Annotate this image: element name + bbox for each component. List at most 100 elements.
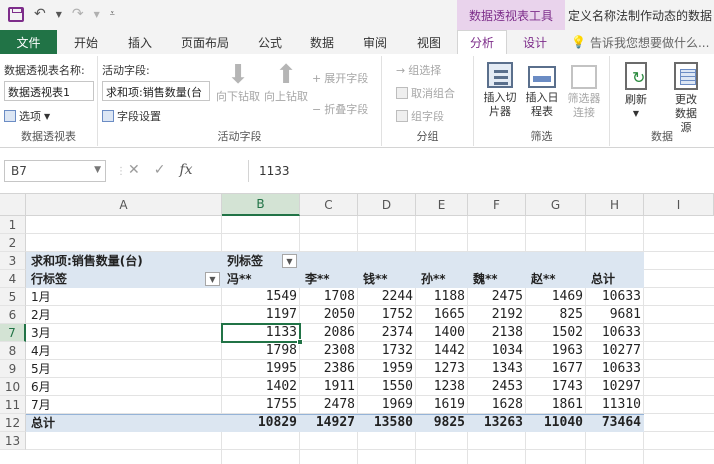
table-cell[interactable]: 2050 (300, 306, 358, 324)
table-cell[interactable]: 9681 (586, 306, 644, 324)
tab-view[interactable]: 视图 (401, 30, 457, 54)
redo-dropdown-icon[interactable]: ▼ (94, 5, 100, 23)
expand-field-button[interactable]: + 展开字段 (312, 70, 368, 86)
pivot-row-label[interactable]: 1月 (28, 288, 218, 306)
row-header[interactable]: 8 (0, 342, 26, 360)
total-cell[interactable]: 13263 (468, 414, 526, 432)
pivot-header-cell[interactable]: 李** (302, 270, 358, 288)
drill-up-button[interactable]: ⬆ 向上钻取 (264, 60, 308, 104)
table-cell[interactable]: 1752 (358, 306, 416, 324)
collapse-field-button[interactable]: − 折叠字段 (312, 101, 368, 117)
row-header[interactable]: 11 (0, 396, 26, 414)
row-header[interactable]: 6 (0, 306, 26, 324)
row-header[interactable]: 3 (0, 252, 26, 270)
table-cell[interactable]: 2244 (358, 288, 416, 306)
tab-review[interactable]: 审阅 (349, 30, 401, 54)
table-cell[interactable]: 2453 (468, 378, 526, 396)
table-cell[interactable]: 1628 (468, 396, 526, 414)
table-cell[interactable]: 1549 (222, 288, 300, 306)
table-cell[interactable]: 2475 (468, 288, 526, 306)
change-source-button[interactable]: 更改数据源 (662, 62, 710, 135)
table-cell[interactable]: 10633 (586, 324, 644, 342)
tab-formulas[interactable]: 公式 (245, 30, 295, 54)
table-cell[interactable]: 1708 (300, 288, 358, 306)
fill-handle[interactable] (297, 339, 303, 345)
undo-dropdown-icon[interactable]: ▼ (56, 5, 62, 23)
pivot-row-label[interactable]: 2月 (28, 306, 218, 324)
pivot-total-label[interactable]: 总计 (28, 414, 218, 432)
row-header[interactable]: 4 (0, 270, 26, 288)
table-cell[interactable]: 2138 (468, 324, 526, 342)
pivot-row-label[interactable]: 7月 (28, 396, 218, 414)
column-header[interactable]: B (222, 194, 300, 216)
pivot-header-cell[interactable]: 赵** (528, 270, 586, 288)
table-cell[interactable]: 1743 (526, 378, 586, 396)
table-cell[interactable]: 11310 (586, 396, 644, 414)
filter-connections-button[interactable]: 筛选器连接 (564, 62, 604, 120)
cancel-icon[interactable]: ✕ (128, 162, 140, 178)
table-cell[interactable]: 1442 (416, 342, 468, 360)
select-all-corner[interactable] (0, 194, 26, 216)
column-header[interactable]: C (300, 194, 358, 216)
pivot-value-field[interactable]: 求和项:销售数量(台) (28, 252, 222, 270)
active-field-input[interactable]: 求和项:销售数量(台 (102, 81, 210, 101)
table-cell[interactable]: 1400 (416, 324, 468, 342)
pivot-row-label[interactable]: 4月 (28, 342, 218, 360)
column-header[interactable]: H (586, 194, 644, 216)
row-header[interactable]: 7 (0, 324, 26, 342)
refresh-button[interactable]: 刷新 ▼ (616, 62, 656, 121)
table-cell[interactable]: 1238 (416, 378, 468, 396)
total-cell[interactable]: 11040 (526, 414, 586, 432)
total-cell[interactable]: 13580 (358, 414, 416, 432)
pivot-header-cell[interactable]: 魏** (470, 270, 526, 288)
table-cell[interactable]: 10633 (586, 288, 644, 306)
tab-design[interactable]: 设计 (507, 30, 563, 54)
table-cell[interactable]: 10297 (586, 378, 644, 396)
table-cell[interactable]: 1995 (222, 360, 300, 378)
undo-icon[interactable]: ↶ (34, 5, 46, 23)
row-filter-dropdown[interactable]: ▼ (205, 272, 220, 286)
table-cell[interactable]: 1502 (526, 324, 586, 342)
row-header[interactable]: 10 (0, 378, 26, 396)
tab-data[interactable]: 数据 (295, 30, 349, 54)
pivot-header-cell[interactable]: 总计 (588, 270, 644, 288)
pivot-row-label[interactable]: 行标签 (28, 270, 198, 288)
column-filter-dropdown[interactable]: ▼ (282, 254, 297, 268)
column-header[interactable]: A (26, 194, 222, 216)
redo-icon[interactable]: ↷ (72, 5, 84, 23)
row-header[interactable]: 13 (0, 432, 26, 450)
group-field-button[interactable]: 组字段 (396, 108, 444, 124)
table-cell[interactable]: 2086 (300, 324, 358, 342)
group-selection-button[interactable]: → 组选择 (396, 62, 441, 78)
table-cell[interactable]: 1197 (222, 306, 300, 324)
chevron-down-icon[interactable]: ▼ (94, 165, 101, 175)
table-cell[interactable]: 1911 (300, 378, 358, 396)
enter-icon[interactable]: ✓ (154, 162, 166, 178)
tell-me-box[interactable]: 💡 告诉我您想要做什么... (571, 34, 709, 51)
column-header[interactable]: I (644, 194, 714, 216)
pivot-column-label[interactable]: 列标签 (224, 252, 284, 270)
pivot-name-input[interactable]: 数据透视表1 (4, 81, 94, 101)
total-cell[interactable]: 73464 (586, 414, 644, 432)
total-cell[interactable]: 14927 (300, 414, 358, 432)
worksheet-grid[interactable]: A B C D E F G H I 1 2 3 4 5 6 7 8 9 10 1… (0, 194, 714, 464)
table-cell[interactable]: 2308 (300, 342, 358, 360)
table-cell[interactable]: 2192 (468, 306, 526, 324)
tab-analyze[interactable]: 分析 (457, 30, 507, 54)
total-cell[interactable]: 10829 (222, 414, 300, 432)
tab-insert[interactable]: 插入 (115, 30, 165, 54)
field-settings-button[interactable]: 字段设置 (102, 108, 161, 124)
column-header[interactable]: E (416, 194, 468, 216)
table-cell[interactable]: 1861 (526, 396, 586, 414)
table-cell[interactable]: 1619 (416, 396, 468, 414)
column-header[interactable]: G (526, 194, 586, 216)
table-cell[interactable]: 1273 (416, 360, 468, 378)
table-cell[interactable]: 1963 (526, 342, 586, 360)
table-cell[interactable]: 1343 (468, 360, 526, 378)
drill-down-button[interactable]: ⬇ 向下钻取 (214, 60, 262, 104)
row-header[interactable]: 12 (0, 414, 26, 432)
table-cell[interactable]: 1755 (222, 396, 300, 414)
table-cell[interactable]: 10633 (586, 360, 644, 378)
table-cell[interactable]: 2374 (358, 324, 416, 342)
table-cell[interactable]: 1665 (416, 306, 468, 324)
